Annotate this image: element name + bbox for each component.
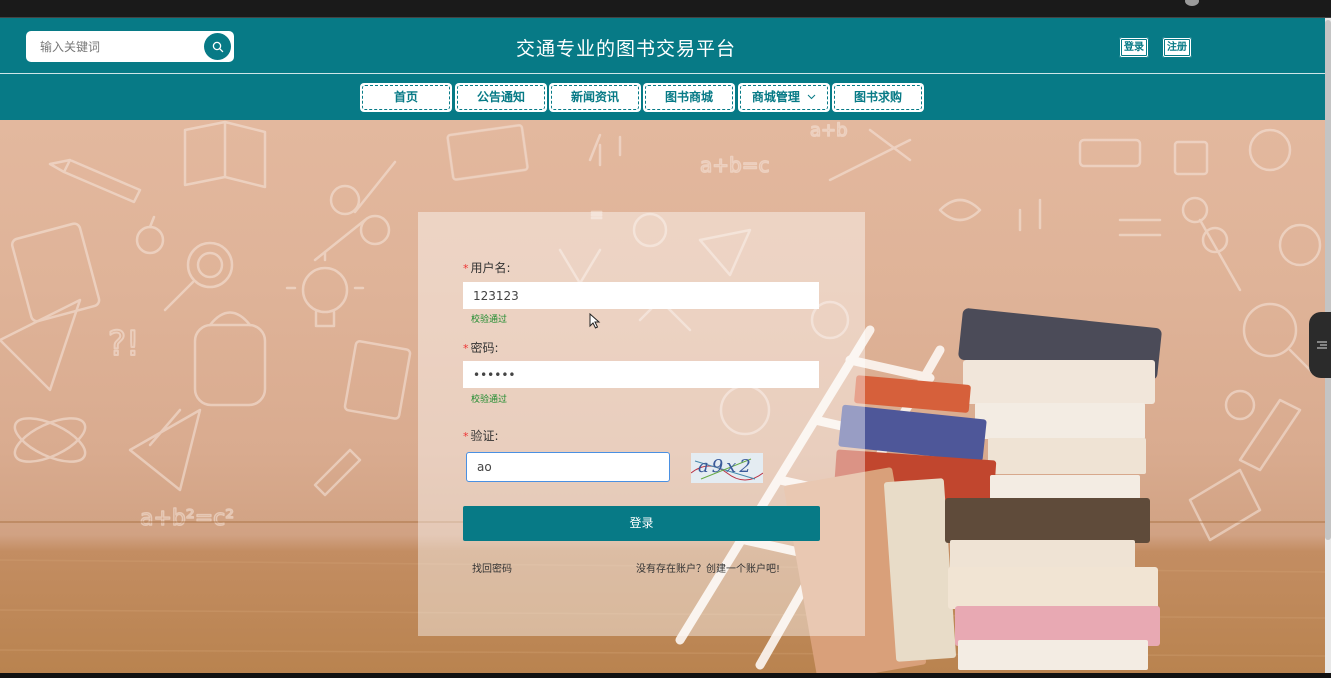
side-panel-toggle[interactable]: [1309, 312, 1331, 378]
nav-item-book-mall[interactable]: 图书商城: [643, 83, 735, 112]
scrollbar-thumb[interactable]: [1325, 20, 1331, 540]
nav-item-announcements[interactable]: 公告通知: [455, 83, 547, 112]
nav-item-book-purchase[interactable]: 图书求购: [832, 83, 924, 112]
username-input[interactable]: [463, 282, 819, 309]
create-account-link[interactable]: 没有存在账户？创建一个账户吧!: [636, 560, 780, 575]
site-title: 交通专业的图书交易平台: [515, 38, 736, 60]
header-register-button[interactable]: 注册: [1162, 37, 1192, 58]
browser-top-strip: [0, 0, 1331, 18]
svg-text:a+b=c: a+b=c: [700, 153, 769, 177]
required-mark: *: [463, 262, 469, 275]
login-panel: *用户名: 校验通过 *密码: 校验通过 *验证: a9x2 登录 找回密码 没…: [418, 212, 865, 636]
nav-item-home[interactable]: 首页: [360, 83, 452, 112]
svg-text:a+b: a+b: [810, 120, 848, 141]
password-input[interactable]: [463, 361, 819, 388]
site-header: 交通专业的图书交易平台 登录 注册: [0, 18, 1325, 74]
nav-item-news[interactable]: 新闻资讯: [549, 83, 641, 112]
login-submit-button[interactable]: 登录: [463, 506, 820, 541]
username-validation-message: 校验通过: [471, 315, 508, 325]
chevron-down-icon: [807, 94, 816, 100]
header-login-button[interactable]: 登录: [1119, 37, 1149, 58]
menu-lines-icon: [1317, 341, 1327, 349]
nav-item-mall-management-label: 商城管理: [751, 90, 800, 104]
password-validation-message: 校验通过: [471, 395, 508, 405]
captcha-image[interactable]: a9x2: [691, 453, 763, 483]
nav-item-mall-management[interactable]: 商城管理: [738, 83, 830, 112]
svg-text:?!: ?!: [108, 324, 140, 364]
captcha-label: * 验证:: [463, 429, 499, 443]
password-label: * 密码:: [463, 341, 499, 355]
bottom-bar: [0, 673, 1331, 678]
top-strip-dot: [1185, 0, 1199, 6]
required-mark: *: [463, 430, 469, 443]
required-mark: *: [463, 342, 469, 355]
captcha-input[interactable]: [466, 452, 670, 482]
captcha-text: a9x2: [698, 456, 754, 477]
forgot-password-link[interactable]: 找回密码: [472, 560, 512, 575]
main-nav: 首页 公告通知 新闻资讯 图书商城 商城管理 图书求购: [0, 74, 1325, 120]
username-label: * 用户名:: [463, 261, 511, 275]
svg-text:a+b²=c²: a+b²=c²: [140, 506, 234, 531]
mouse-cursor-icon: [589, 313, 601, 329]
